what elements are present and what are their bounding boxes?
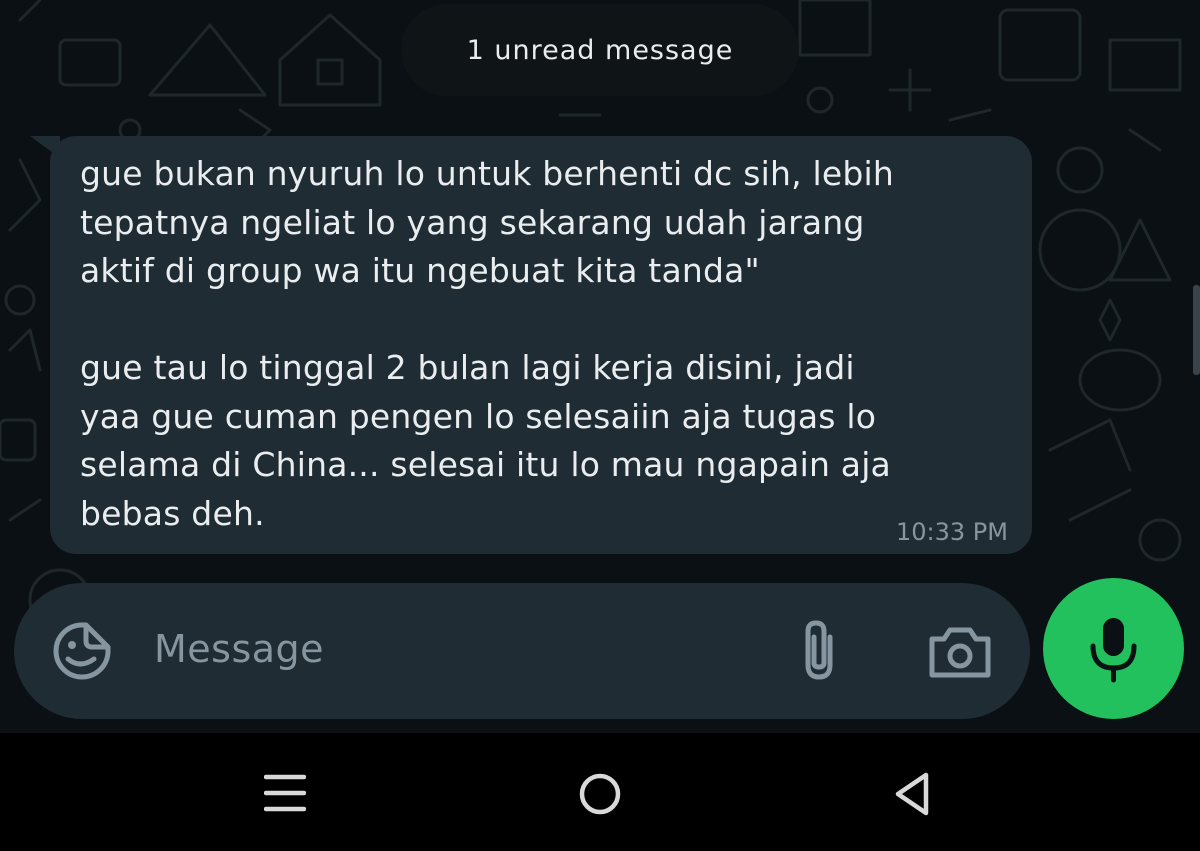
home-icon[interactable] [578,772,622,820]
microphone-button[interactable] [1043,578,1184,719]
message-text: gue bukan nyuruh lo untuk berhenti dc si… [80,154,894,533]
unread-messages-banner: 1 unread message [401,4,799,96]
system-navigation-bar [0,733,1200,851]
scroll-indicator[interactable] [1193,285,1200,375]
sticker-emoji-icon[interactable] [52,621,112,681]
message-timestamp: 10:33 PM [896,518,1008,546]
incoming-message-bubble[interactable]: gue bukan nyuruh lo untuk berhenti dc si… [50,136,1032,554]
unread-label: 1 unread message [466,34,734,66]
recents-icon[interactable] [263,773,307,817]
paperclip-icon[interactable] [796,617,842,683]
message-composer: Message [14,583,1030,719]
camera-icon[interactable] [928,625,992,679]
back-icon[interactable] [892,771,932,821]
microphone-icon [1090,618,1137,683]
message-input[interactable]: Message [154,627,324,671]
